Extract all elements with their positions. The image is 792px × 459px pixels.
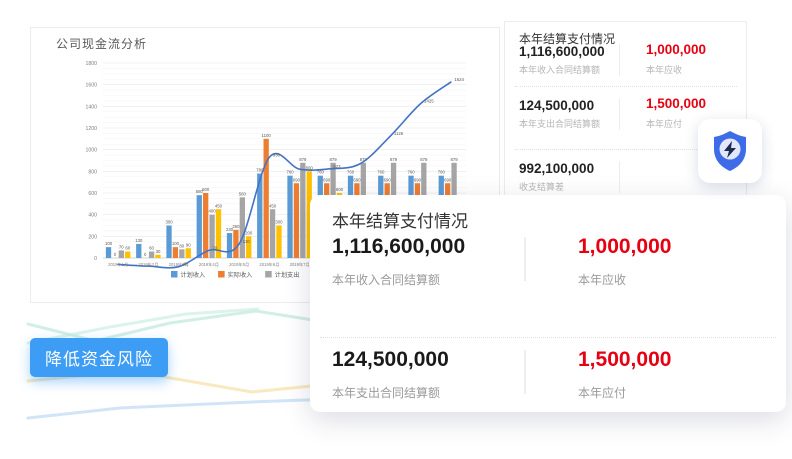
- svg-text:130: 130: [135, 238, 143, 243]
- popup-expense-settled-value: 124,500,000: [332, 348, 449, 372]
- svg-text:879: 879: [390, 157, 398, 162]
- popup-title: 本年结算支付情况: [332, 207, 468, 232]
- risk-reduction-badge[interactable]: 降低资金风险: [30, 338, 168, 377]
- svg-text:1600: 1600: [85, 83, 97, 89]
- panel-payable-value: 1,500,000: [646, 96, 706, 111]
- popup-income-settled-label: 本年收入合同结算额: [332, 271, 440, 288]
- svg-text:70: 70: [119, 244, 124, 249]
- svg-text:600: 600: [202, 187, 210, 192]
- svg-text:879: 879: [299, 157, 307, 162]
- popup-receivable-label: 本年应收: [578, 271, 626, 288]
- svg-text:879: 879: [450, 157, 458, 162]
- panel-receivable-label: 本年应收: [646, 63, 682, 76]
- svg-text:130: 130: [243, 239, 251, 244]
- shield-card[interactable]: [698, 119, 762, 183]
- svg-text:30: 30: [156, 249, 161, 254]
- svg-text:2019年2月: 2019年2月: [138, 261, 158, 268]
- svg-text:实际收入: 实际收入: [228, 271, 253, 279]
- svg-text:760: 760: [286, 170, 294, 175]
- svg-text:879: 879: [329, 157, 337, 162]
- settlement-popup-card: 本年结算支付情况 1,116,600,000 本年收入合同结算额 1,000,0…: [310, 195, 786, 412]
- popup-payable-value: 1,500,000: [578, 348, 671, 372]
- svg-text:400: 400: [88, 213, 97, 219]
- svg-text:2019年6月: 2019年6月: [259, 261, 279, 268]
- svg-text:2019年7月: 2019年7月: [290, 261, 310, 268]
- svg-text:计划支出: 计划支出: [275, 271, 300, 279]
- panel-expense-settled-label: 本年支出合同结算额: [519, 117, 600, 130]
- popup-divider: [524, 350, 526, 394]
- svg-text:690: 690: [414, 177, 422, 182]
- svg-text:300: 300: [275, 220, 283, 225]
- svg-text:计划收入: 计划收入: [181, 271, 206, 279]
- panel-payable-label: 本年应付: [646, 117, 682, 130]
- svg-text:2019年3月: 2019年3月: [169, 261, 189, 268]
- svg-text:690: 690: [353, 177, 361, 182]
- svg-text:1200: 1200: [85, 126, 97, 132]
- svg-text:200: 200: [245, 230, 253, 235]
- panel-balance-value: 992,100,000: [519, 161, 594, 176]
- svg-text:100: 100: [105, 241, 113, 246]
- shield-lightning-icon: [710, 129, 750, 173]
- svg-text:2019年4月: 2019年4月: [199, 261, 219, 268]
- svg-text:1425: 1425: [424, 99, 434, 104]
- svg-text:690: 690: [444, 177, 452, 182]
- svg-text:60: 60: [125, 246, 130, 251]
- svg-text:690: 690: [323, 177, 331, 182]
- svg-text:600: 600: [88, 191, 97, 197]
- svg-text:560: 560: [239, 191, 247, 196]
- svg-text:80: 80: [179, 243, 184, 248]
- panel-divider: [619, 161, 620, 193]
- svg-text:300: 300: [165, 220, 173, 225]
- svg-text:760: 760: [347, 170, 355, 175]
- svg-text:800: 800: [88, 169, 97, 175]
- panel-divider: [619, 98, 620, 130]
- svg-text:930: 930: [273, 152, 281, 157]
- svg-text:760: 760: [438, 170, 446, 175]
- panel-receivable-value: 1,000,000: [646, 42, 706, 57]
- svg-text:400: 400: [208, 209, 216, 214]
- svg-text:260: 260: [232, 224, 240, 229]
- svg-text:70: 70: [212, 245, 217, 250]
- svg-text:1400: 1400: [85, 104, 97, 110]
- risk-reduction-badge-label: 降低资金风险: [45, 350, 153, 369]
- panel-income-settled-value: 1,116,600,000: [519, 44, 605, 59]
- svg-text:690: 690: [293, 177, 301, 182]
- panel-divider: [619, 44, 620, 76]
- svg-text:90: 90: [186, 242, 191, 247]
- svg-text:450: 450: [215, 203, 223, 208]
- panel-dotted-divider: [515, 86, 737, 87]
- popup-income-settled-value: 1,116,600,000: [332, 235, 465, 259]
- popup-payable-label: 本年应付: [578, 384, 626, 401]
- svg-text:823: 823: [333, 164, 341, 169]
- svg-text:1100: 1100: [262, 133, 272, 138]
- svg-text:0: 0: [94, 256, 97, 262]
- svg-text:1624: 1624: [454, 77, 464, 82]
- panel-balance-label: 收支结算差: [519, 180, 564, 193]
- svg-text:2019年5月: 2019年5月: [229, 261, 249, 268]
- panel-expense-settled-value: 124,500,000: [519, 98, 594, 113]
- svg-text:200: 200: [88, 234, 97, 240]
- popup-dotted-divider: [320, 337, 776, 338]
- svg-text:2019年1月: 2019年1月: [108, 261, 128, 268]
- popup-divider: [524, 237, 526, 281]
- svg-text:760: 760: [377, 170, 385, 175]
- popup-expense-settled-label: 本年支出合同结算额: [332, 384, 440, 401]
- svg-text:1126: 1126: [394, 131, 404, 136]
- panel-income-settled-label: 本年收入合同结算额: [519, 63, 600, 76]
- svg-text:1000: 1000: [85, 148, 97, 154]
- svg-text:450: 450: [269, 203, 277, 208]
- dashboard-page: 公司现金流分析 02004006008001000120014001600180…: [0, 0, 792, 459]
- svg-text:690: 690: [384, 177, 392, 182]
- popup-receivable-value: 1,000,000: [578, 235, 671, 259]
- svg-text:1800: 1800: [85, 61, 97, 67]
- svg-text:879: 879: [420, 157, 428, 162]
- svg-text:760: 760: [407, 170, 415, 175]
- svg-text:60: 60: [149, 246, 154, 251]
- svg-text:600: 600: [336, 187, 344, 192]
